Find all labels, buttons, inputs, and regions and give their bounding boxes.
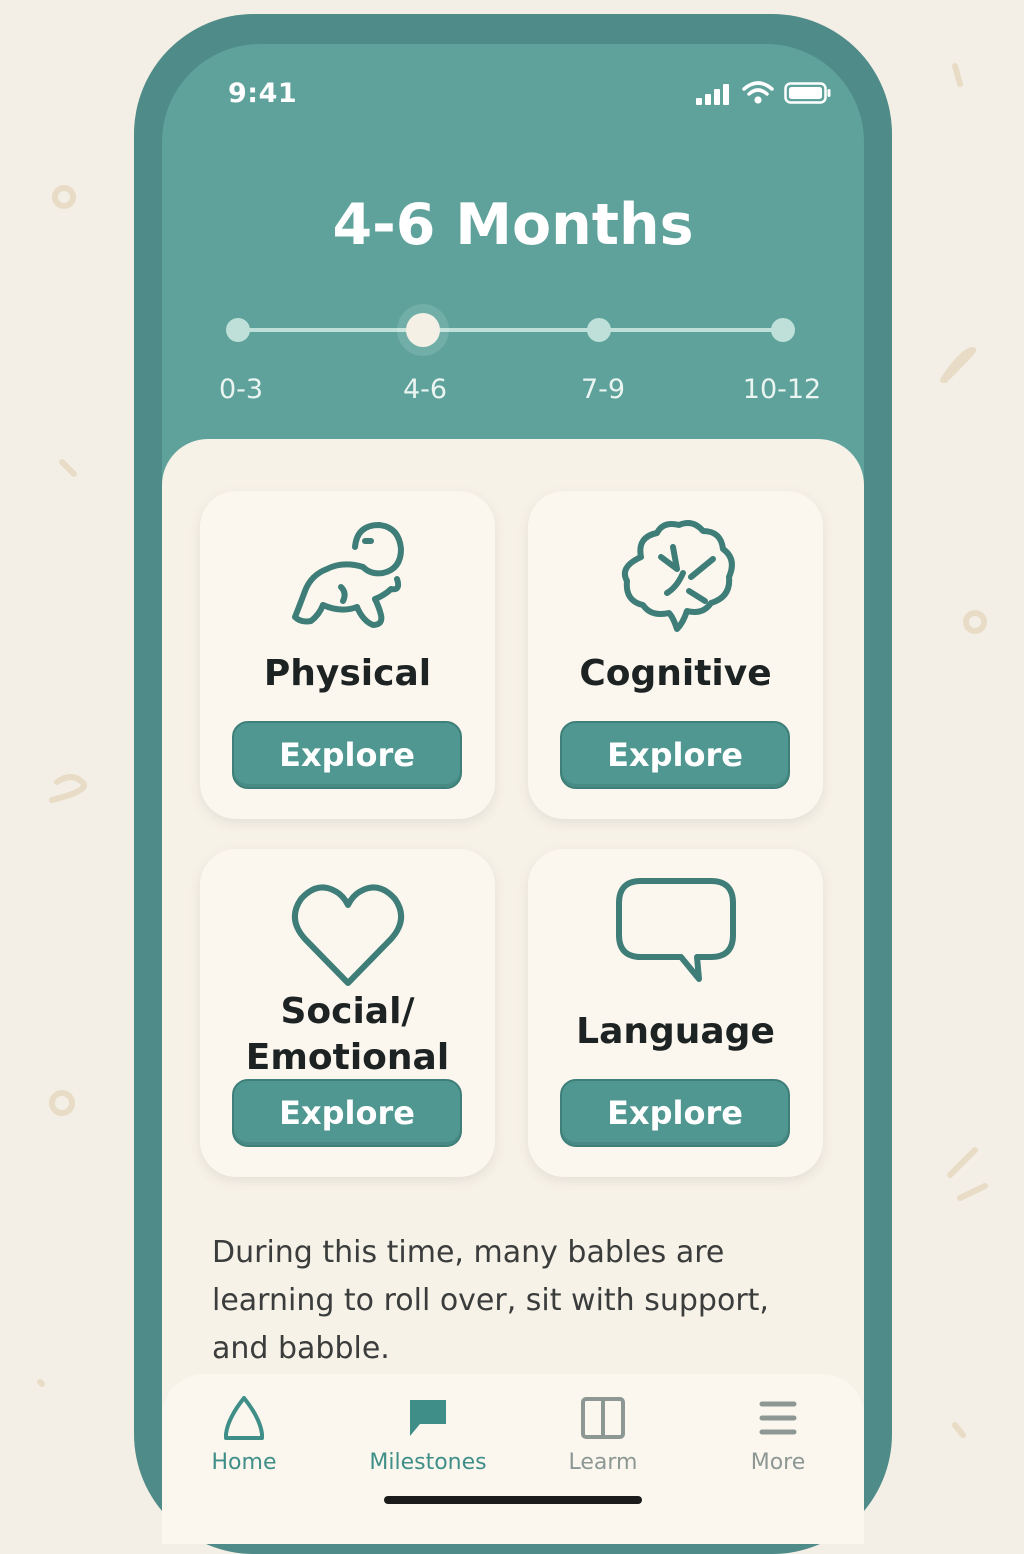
- status-time: 9:41: [228, 78, 298, 109]
- timeline-label-0-3[interactable]: 0-3: [181, 374, 301, 405]
- timeline-dot-10-12[interactable]: [771, 318, 795, 342]
- tab-bar: Home Milestones Learm More: [162, 1374, 864, 1544]
- brain-icon: [621, 520, 735, 632]
- explore-language-button[interactable]: Explore: [560, 1079, 790, 1147]
- tab-learn[interactable]: Learm: [518, 1392, 688, 1492]
- category-card-social-emotional: Social/ Emotional Explore: [200, 849, 495, 1177]
- home-icon: [224, 1396, 264, 1440]
- crawling-baby-icon: [291, 522, 404, 628]
- tab-home[interactable]: Home: [162, 1392, 329, 1492]
- category-card-cognitive: Cognitive Explore: [528, 491, 823, 819]
- timeline-label-10-12[interactable]: 10-12: [722, 374, 842, 405]
- signal-icon: [696, 84, 729, 105]
- timeline-label-4-6[interactable]: 4-6: [365, 374, 485, 405]
- timeline-track: [238, 328, 786, 332]
- age-timeline: 0-3 4-6 7-9 10-12: [162, 304, 864, 444]
- category-card-language: Language Explore: [528, 849, 823, 1177]
- tab-label: Home: [211, 1450, 277, 1475]
- category-title-line2: Emotional: [245, 1037, 450, 1078]
- explore-social-emotional-button[interactable]: Explore: [232, 1079, 462, 1147]
- category-title: Physical: [263, 653, 432, 694]
- tab-milestones[interactable]: Milestones: [343, 1392, 513, 1492]
- flag-chat-icon: [410, 1400, 446, 1436]
- status-bar: 9:41: [162, 44, 864, 144]
- timeline-dot-0-3[interactable]: [226, 318, 250, 342]
- tab-more[interactable]: More: [693, 1392, 863, 1492]
- explore-physical-button[interactable]: Explore: [232, 721, 462, 789]
- status-icons: [696, 80, 832, 106]
- stage-description: During this time, many bables are learni…: [212, 1235, 769, 1366]
- category-card-physical: Physical Explore: [200, 491, 495, 819]
- tab-label: Learm: [568, 1450, 638, 1475]
- category-title: Language: [576, 1011, 775, 1052]
- category-title: Social/ Emotional: [200, 989, 495, 1081]
- explore-cognitive-button[interactable]: Explore: [560, 721, 790, 789]
- wifi-icon: [742, 81, 774, 104]
- menu-icon: [759, 1401, 797, 1435]
- speech-bubble-icon: [615, 878, 736, 982]
- battery-icon: [784, 82, 831, 104]
- tab-label: More: [750, 1450, 806, 1475]
- book-icon: [581, 1397, 625, 1439]
- home-indicator[interactable]: [384, 1496, 642, 1504]
- heart-icon: [291, 884, 404, 986]
- timeline-dot-4-6[interactable]: [406, 313, 440, 347]
- timeline-dot-7-9[interactable]: [587, 318, 611, 342]
- category-title-line1: Social/: [280, 991, 415, 1032]
- timeline-label-7-9[interactable]: 7-9: [543, 374, 663, 405]
- page-title: 4-6 Months: [332, 192, 694, 258]
- app-screen: 9:41 4-6 Months 0-3 4-6 7-9 10-12 Physic…: [162, 44, 864, 1544]
- tab-label: Milestones: [369, 1450, 487, 1475]
- category-title: Cognitive: [579, 653, 772, 694]
